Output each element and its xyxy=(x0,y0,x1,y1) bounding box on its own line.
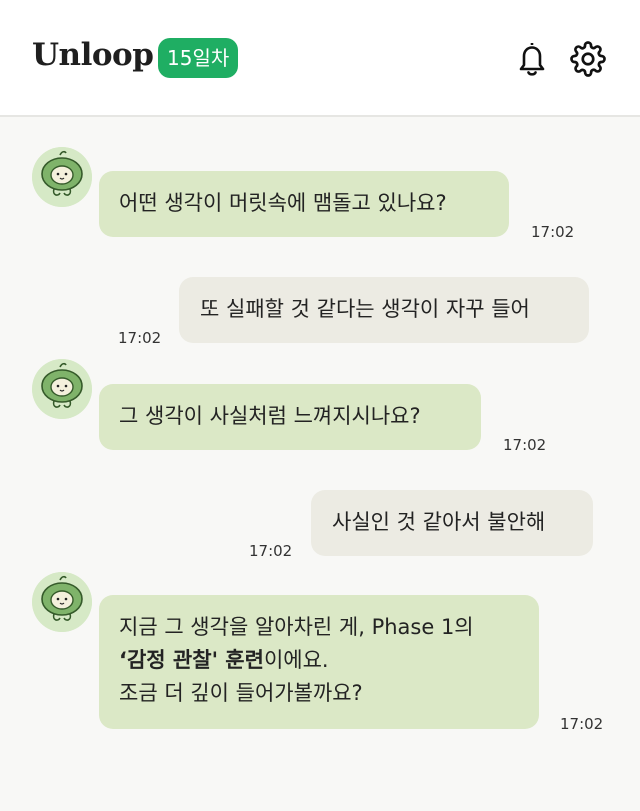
bot-avatar xyxy=(32,147,92,207)
bot-avatar xyxy=(32,572,92,632)
bot-message: 어떤 생각이 머릿속에 맴돌고 있나요? xyxy=(99,171,509,237)
bot-message: 그 생각이 사실처럼 느껴지시나요? xyxy=(99,384,481,450)
app-logo: Unloop xyxy=(32,37,154,73)
bot-message: 지금 그 생각을 알아차린 게, Phase 1의 ‘감정 관찰' 훈련이에요.… xyxy=(99,595,539,729)
bell-icon xyxy=(519,43,545,76)
message-time: 17:02 xyxy=(503,436,547,454)
message-time: 17:02 xyxy=(531,223,575,241)
message-text: 또 실패할 것 같다는 생각이 자꾸 들어 xyxy=(200,297,530,321)
day-count-badge: 15일차 xyxy=(158,38,239,78)
message-time: 17:02 xyxy=(560,715,604,733)
user-message: 또 실패할 것 같다는 생각이 자꾸 들어 xyxy=(179,277,589,343)
mascot-icon xyxy=(32,359,92,419)
message-text: 어떤 생각이 머릿속에 맴돌고 있나요? xyxy=(119,191,447,215)
app-header: Unloop 15일차 xyxy=(0,0,640,117)
chat-area: 어떤 생각이 머릿속에 맴돌고 있나요? 17:02 또 실패할 것 같다는 생… xyxy=(0,119,640,811)
message-text: 그 생각이 사실처럼 느껴지시나요? xyxy=(119,404,421,428)
mascot-icon xyxy=(32,147,92,207)
message-time: 17:02 xyxy=(249,542,293,560)
message-text: 이에요. xyxy=(263,648,329,672)
user-message: 사실인 것 같아서 불안해 xyxy=(311,490,593,556)
message-text: 사실인 것 같아서 불안해 xyxy=(332,510,546,534)
settings-button[interactable] xyxy=(570,40,606,78)
message-time: 17:02 xyxy=(118,329,162,347)
message-line: ‘감정 관찰' 훈련이에요. xyxy=(119,644,519,677)
bot-avatar xyxy=(32,359,92,419)
mascot-icon xyxy=(32,572,92,632)
message-emphasis: ‘감정 관찰' 훈련 xyxy=(119,648,264,672)
gear-icon xyxy=(570,41,606,77)
message-line: 지금 그 생각을 알아차린 게, Phase 1의 xyxy=(119,615,474,639)
notifications-button[interactable] xyxy=(514,40,550,78)
message-line: 조금 더 깊이 들어가볼까요? xyxy=(119,681,363,705)
